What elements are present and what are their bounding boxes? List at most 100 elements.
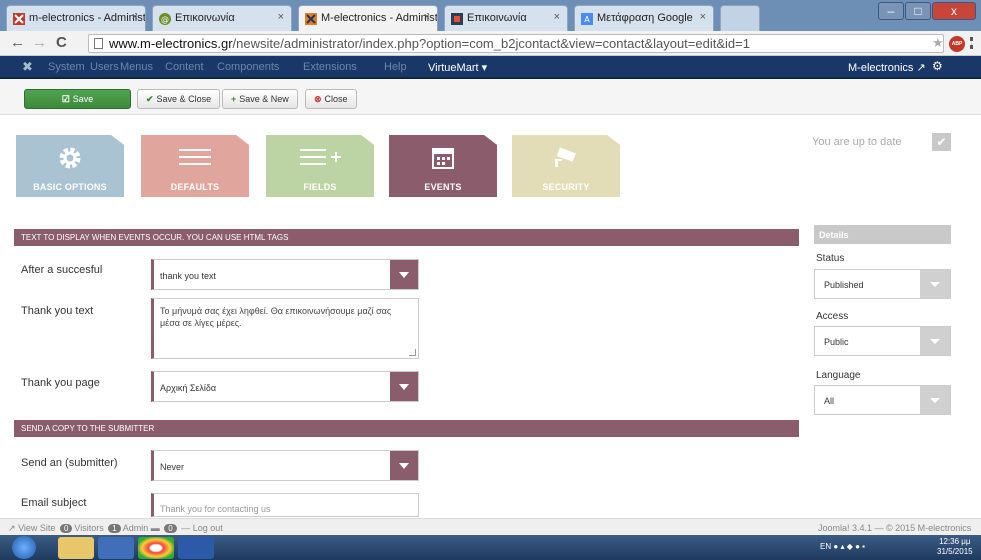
- view-site-link[interactable]: View Site: [18, 523, 55, 533]
- close-button[interactable]: ⊗ Close: [305, 89, 357, 109]
- update-check-icon: ✔: [932, 133, 951, 151]
- tab-title: Επικοινωνία: [467, 12, 527, 24]
- new-tab-button[interactable]: [720, 5, 760, 31]
- access-value: Public: [824, 337, 849, 347]
- chevron-down-icon[interactable]: [920, 270, 950, 298]
- browser-tab-5[interactable]: A Μετάφραση Google ×: [574, 5, 714, 31]
- gear-icon: [16, 145, 124, 174]
- messages-badge: 0: [164, 524, 177, 533]
- site-name-link[interactable]: M-electronics ↗: [848, 61, 926, 74]
- tab-close-icon[interactable]: ×: [424, 11, 430, 23]
- joomla-logo-icon[interactable]: ✖: [22, 59, 33, 75]
- admin-status-bar: ↗ View Site 0 Visitors 1 Admin ▬ 0 — Log o…: [0, 518, 981, 535]
- reload-icon[interactable]: C: [56, 34, 67, 51]
- camera-icon: [512, 145, 620, 174]
- tile-defaults[interactable]: DEFAULTS: [141, 135, 249, 197]
- start-button-icon[interactable]: [12, 536, 36, 559]
- chevron-down-icon[interactable]: [390, 451, 418, 480]
- list-icon: [141, 145, 249, 172]
- media-taskbar-icon[interactable]: [98, 537, 134, 559]
- update-status: You are up to date ✔: [812, 133, 951, 151]
- send-select[interactable]: Never: [151, 450, 419, 481]
- browser-tab-2[interactable]: @ Επικοινωνία ×: [152, 5, 292, 31]
- browser-tab-1[interactable]: m-electronics - Administr ×: [6, 5, 146, 31]
- save-new-label: Save & New: [239, 94, 289, 104]
- bookmark-star-icon[interactable]: ★: [932, 35, 944, 51]
- tab-close-icon[interactable]: ×: [132, 11, 138, 23]
- tab-close-icon[interactable]: ×: [554, 11, 560, 23]
- tile-events-active[interactable]: EVENTS: [389, 135, 497, 197]
- browser-tab-4[interactable]: Επικοινωνία ×: [444, 5, 568, 31]
- status-select[interactable]: Published: [814, 269, 951, 299]
- tab-close-icon[interactable]: ×: [278, 11, 284, 23]
- network-icon: ▴: [840, 542, 845, 551]
- url-domain: www.m-electronics.gr: [109, 36, 233, 51]
- tile-label: EVENTS: [424, 182, 462, 192]
- admin-label: Admin: [122, 523, 149, 533]
- language-label: Language: [816, 370, 861, 381]
- action-toolbar: ☑ Save ✔ Save & Close + Save & New ⊗ Close: [0, 79, 981, 115]
- joomla-favicon-icon: [13, 13, 25, 25]
- tile-basic-options[interactable]: BASIC OPTIONS: [16, 135, 124, 197]
- browser-tab-3-active[interactable]: M-electronics - Administr ×: [298, 5, 438, 31]
- menu-users[interactable]: Users: [90, 61, 119, 73]
- minimize-button[interactable]: –: [878, 2, 904, 20]
- language-select[interactable]: All: [814, 385, 951, 415]
- tab-close-icon[interactable]: ×: [700, 11, 706, 23]
- access-select[interactable]: Public: [814, 326, 951, 356]
- window-close-button[interactable]: x: [932, 2, 976, 20]
- menu-content[interactable]: Content: [165, 61, 204, 73]
- status-label: Status: [816, 253, 845, 264]
- events-section-header: TEXT TO DISPLAY WHEN EVENTS OCCUR. YOU C…: [14, 229, 799, 246]
- language-indicator[interactable]: EN: [820, 542, 831, 551]
- chevron-down-icon[interactable]: [920, 327, 950, 355]
- save-new-button[interactable]: + Save & New: [222, 89, 298, 109]
- back-arrow-icon[interactable]: ←: [10, 34, 25, 51]
- chevron-down-icon[interactable]: [390, 260, 418, 289]
- save-close-button[interactable]: ✔ Save & Close: [137, 89, 221, 109]
- forward-arrow-icon[interactable]: →: [32, 34, 47, 51]
- save-label: Save: [72, 94, 94, 104]
- menu-components[interactable]: Components: [217, 61, 279, 73]
- save-button[interactable]: ☑ Save: [24, 89, 131, 109]
- mail-icon: ▬: [150, 523, 160, 533]
- chevron-down-icon[interactable]: [390, 372, 418, 401]
- thankyou-text-area[interactable]: Το μήνυμά σας έχει ληφθεί. Θα επικοινωνή…: [151, 298, 419, 359]
- maximize-button[interactable]: □: [905, 2, 931, 20]
- email-subject-input[interactable]: Thank you for contacting us: [151, 493, 419, 517]
- system-clock[interactable]: 12:36 μμ 31/5/2015: [937, 537, 973, 557]
- check-icon: ✔: [146, 94, 154, 104]
- tile-fields[interactable]: FIELDS: [266, 135, 374, 197]
- joomla-favicon-icon: [305, 13, 317, 25]
- admin-badge: 1: [108, 524, 121, 533]
- after-select-value: thank you text: [160, 271, 217, 281]
- url-field[interactable]: www.m-electronics.gr/newsite/administrat…: [88, 34, 944, 53]
- thankyou-page-select[interactable]: Αρχική Σελίδα: [151, 371, 419, 402]
- resize-grip-icon[interactable]: [409, 349, 416, 356]
- explorer-taskbar-icon[interactable]: [58, 537, 94, 559]
- chevron-down-icon[interactable]: [920, 386, 950, 414]
- settings-gear-icon[interactable]: ⚙: [932, 59, 943, 73]
- language-value: All: [824, 396, 835, 406]
- adblock-icon[interactable]: ABP: [949, 36, 965, 52]
- tile-label: BASIC OPTIONS: [33, 182, 107, 192]
- browser-menu-icon[interactable]: [970, 37, 973, 49]
- thankyou-text-value: Το μήνυμά σας έχει ληφθεί. Θα επικοινωνή…: [160, 306, 392, 329]
- calendar-icon: [389, 145, 497, 174]
- tab-title: M-electronics - Administr: [321, 12, 438, 24]
- after-select[interactable]: thank you text: [151, 259, 419, 290]
- menu-system[interactable]: System: [48, 61, 85, 73]
- thankyou-text-label: Thank you text: [21, 305, 94, 317]
- chrome-taskbar-icon[interactable]: [138, 537, 174, 559]
- word-taskbar-icon[interactable]: [178, 537, 214, 559]
- tile-security[interactable]: SECURITY: [512, 135, 620, 197]
- menu-virtuemart[interactable]: VirtueMart ▾: [428, 61, 487, 74]
- menu-menus[interactable]: Menus: [120, 61, 153, 73]
- menu-help[interactable]: Help: [384, 61, 407, 73]
- send-label: Send an (submitter): [21, 457, 118, 469]
- after-label: After a succesful: [21, 264, 103, 276]
- menu-extensions[interactable]: Extensions: [303, 61, 357, 73]
- thankyou-page-label: Thank you page: [21, 377, 100, 389]
- tray-icons: ◆ ● ▪: [846, 542, 865, 551]
- logout-link[interactable]: Log out: [193, 523, 223, 533]
